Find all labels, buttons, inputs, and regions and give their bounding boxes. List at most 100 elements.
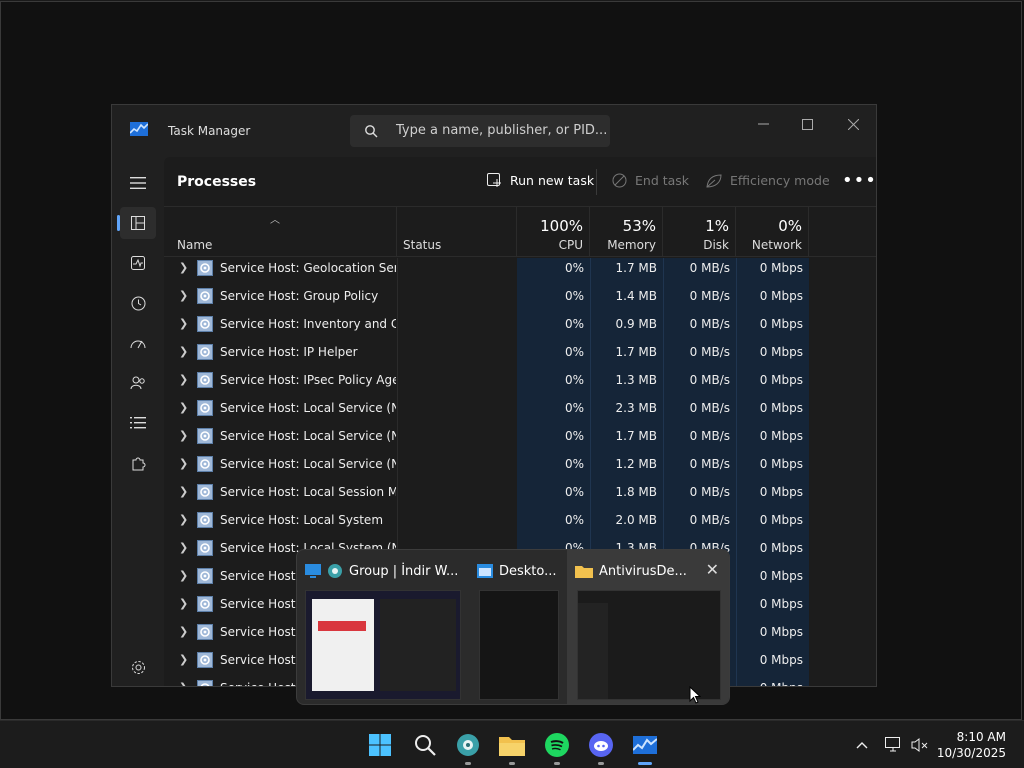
- sidebar-item-app-history[interactable]: [120, 287, 156, 319]
- cpu-total: 100%: [540, 217, 583, 235]
- taskbar-task-manager[interactable]: [629, 729, 661, 765]
- table-row[interactable]: ❯ Service Host: Local Session M... 0% 1.8 M…: [164, 479, 876, 507]
- expand-chevron-icon[interactable]: ❯: [179, 653, 188, 666]
- table-row[interactable]: ❯ Service Host: Inventory and C... 0% 0.9 M…: [164, 311, 876, 339]
- expand-chevron-icon[interactable]: ❯: [179, 401, 188, 414]
- taskbar-file-explorer[interactable]: [496, 729, 528, 765]
- expand-chevron-icon[interactable]: ❯: [179, 625, 188, 638]
- expand-chevron-icon[interactable]: ❯: [179, 289, 188, 302]
- maximize-button[interactable]: [784, 111, 830, 137]
- expand-chevron-icon[interactable]: ❯: [179, 261, 188, 274]
- expand-chevron-icon[interactable]: ❯: [179, 513, 188, 526]
- service-host-icon: [197, 316, 213, 332]
- run-task-icon: [487, 173, 501, 187]
- sidebar-item-processes[interactable]: [117, 207, 156, 239]
- sidebar-item-settings[interactable]: [120, 651, 156, 683]
- search-box[interactable]: Type a name, publisher, or PID...: [350, 115, 610, 147]
- preview-item-browser[interactable]: Group | İndir W...: [297, 550, 467, 704]
- expand-chevron-icon[interactable]: ❯: [179, 485, 188, 498]
- desktop-icon: [305, 564, 321, 578]
- end-task-button[interactable]: End task: [612, 173, 689, 188]
- service-host-icon: [197, 372, 213, 388]
- expand-chevron-icon[interactable]: ❯: [179, 597, 188, 610]
- system-clock[interactable]: 8:10 AM 10/30/2025: [937, 729, 1006, 761]
- column-status-label: Status: [403, 238, 442, 252]
- search-icon: [415, 735, 436, 756]
- mouse-cursor-icon: [689, 686, 701, 704]
- expand-chevron-icon[interactable]: ❯: [179, 429, 188, 442]
- end-task-label: End task: [635, 173, 690, 188]
- volume-tray-button[interactable]: [910, 735, 930, 755]
- title-bar[interactable]: Task Manager Type a name, publisher, or …: [112, 105, 876, 157]
- processes-icon: [131, 216, 145, 230]
- more-dots-icon: •••: [842, 170, 877, 191]
- column-cpu[interactable]: 100% CPU: [517, 207, 590, 257]
- table-row[interactable]: ❯ Service Host: IP Helper 0% 1.7 MB 0 MB/s 0 …: [164, 339, 876, 367]
- table-row[interactable]: ❯ Service Host: Local Service (N... 0% 2.3 …: [164, 395, 876, 423]
- process-cpu: 0%: [564, 289, 584, 303]
- taskbar-search-button[interactable]: [409, 729, 441, 761]
- preview-item-desktop[interactable]: Deskto...: [469, 550, 565, 704]
- column-name[interactable]: ︿ Name: [164, 207, 397, 257]
- efficiency-mode-button[interactable]: Efficiency mode: [706, 173, 830, 188]
- column-memory[interactable]: 53% Memory: [590, 207, 663, 257]
- windows-logo-icon: [369, 734, 391, 756]
- sidebar-item-users[interactable]: [120, 367, 156, 399]
- column-network[interactable]: 0% Network: [736, 207, 809, 257]
- process-mem: 2.3 MB: [615, 401, 657, 415]
- column-memory-label: Memory: [607, 238, 656, 252]
- sidebar: [112, 157, 162, 686]
- network-total: 0%: [778, 217, 802, 235]
- network-tray-button[interactable]: [884, 735, 904, 755]
- start-button[interactable]: [364, 729, 396, 761]
- disk-total: 1%: [705, 217, 729, 235]
- taskbar-spotify[interactable]: [541, 729, 573, 765]
- more-options-button[interactable]: •••: [842, 170, 877, 191]
- process-disk: 0 MB/s: [689, 373, 730, 387]
- expand-chevron-icon[interactable]: ❯: [179, 541, 188, 554]
- details-list-icon: [130, 417, 146, 429]
- taskbar-browser[interactable]: [452, 729, 484, 765]
- preview-item-file-explorer[interactable]: AntivirusDe... ✕: [567, 550, 729, 704]
- end-task-icon: [612, 173, 627, 188]
- discord-icon: [589, 733, 613, 757]
- table-row[interactable]: ❯ Service Host: Local Service (N... 0% 1.7 …: [164, 423, 876, 451]
- table-row[interactable]: ❯ Service Host: Local Service (N... 0% 1.2 …: [164, 451, 876, 479]
- process-mem: 1.4 MB: [615, 289, 657, 303]
- show-hidden-icons-button[interactable]: [852, 735, 872, 755]
- volume-muted-icon: [911, 738, 928, 752]
- column-cpu-label: CPU: [558, 238, 583, 252]
- taskbar-discord[interactable]: [585, 729, 617, 765]
- run-new-task-button[interactable]: Run new task: [487, 173, 594, 188]
- preview-title: AntivirusDe...: [599, 563, 687, 579]
- table-row[interactable]: ❯ Service Host: Local System 0% 2.0 MB 0 MB/…: [164, 507, 876, 535]
- expand-chevron-icon[interactable]: ❯: [179, 373, 188, 386]
- sidebar-item-performance[interactable]: [120, 247, 156, 279]
- toolbar-divider: [596, 169, 597, 195]
- expand-chevron-icon[interactable]: ❯: [179, 681, 188, 686]
- close-button[interactable]: [830, 111, 876, 137]
- taskbar: 8:10 AM 10/30/2025: [0, 720, 1024, 768]
- sidebar-item-details[interactable]: [120, 407, 156, 439]
- table-row[interactable]: ❯ Service Host: Group Policy 0% 1.4 MB 0 MB/…: [164, 283, 876, 311]
- process-disk: 0 MB/s: [689, 513, 730, 527]
- process-cpu: 0%: [564, 429, 584, 443]
- hamburger-menu-button[interactable]: [120, 167, 156, 199]
- table-row[interactable]: ❯ Service Host: IPsec Policy Agent 0% 1.3 M…: [164, 367, 876, 395]
- expand-chevron-icon[interactable]: ❯: [179, 569, 188, 582]
- preview-title: Deskto...: [499, 563, 557, 579]
- sidebar-item-services[interactable]: [120, 447, 156, 479]
- minimize-button[interactable]: [740, 111, 786, 137]
- close-icon: [847, 118, 859, 130]
- expand-chevron-icon[interactable]: ❯: [179, 317, 188, 330]
- process-mem: 0.9 MB: [615, 317, 657, 331]
- table-row[interactable]: ❯ Service Host: Geolocation Serv... 0% 1.7 …: [164, 258, 876, 283]
- expand-chevron-icon[interactable]: ❯: [179, 457, 188, 470]
- process-name: Service Host: IPsec Policy Agent: [220, 373, 396, 387]
- preview-close-icon[interactable]: ✕: [706, 560, 719, 579]
- minimize-icon: [757, 123, 769, 125]
- sidebar-item-startup-apps[interactable]: [120, 327, 156, 359]
- column-status[interactable]: Status: [397, 207, 517, 257]
- expand-chevron-icon[interactable]: ❯: [179, 345, 188, 358]
- column-disk[interactable]: 1% Disk: [663, 207, 736, 257]
